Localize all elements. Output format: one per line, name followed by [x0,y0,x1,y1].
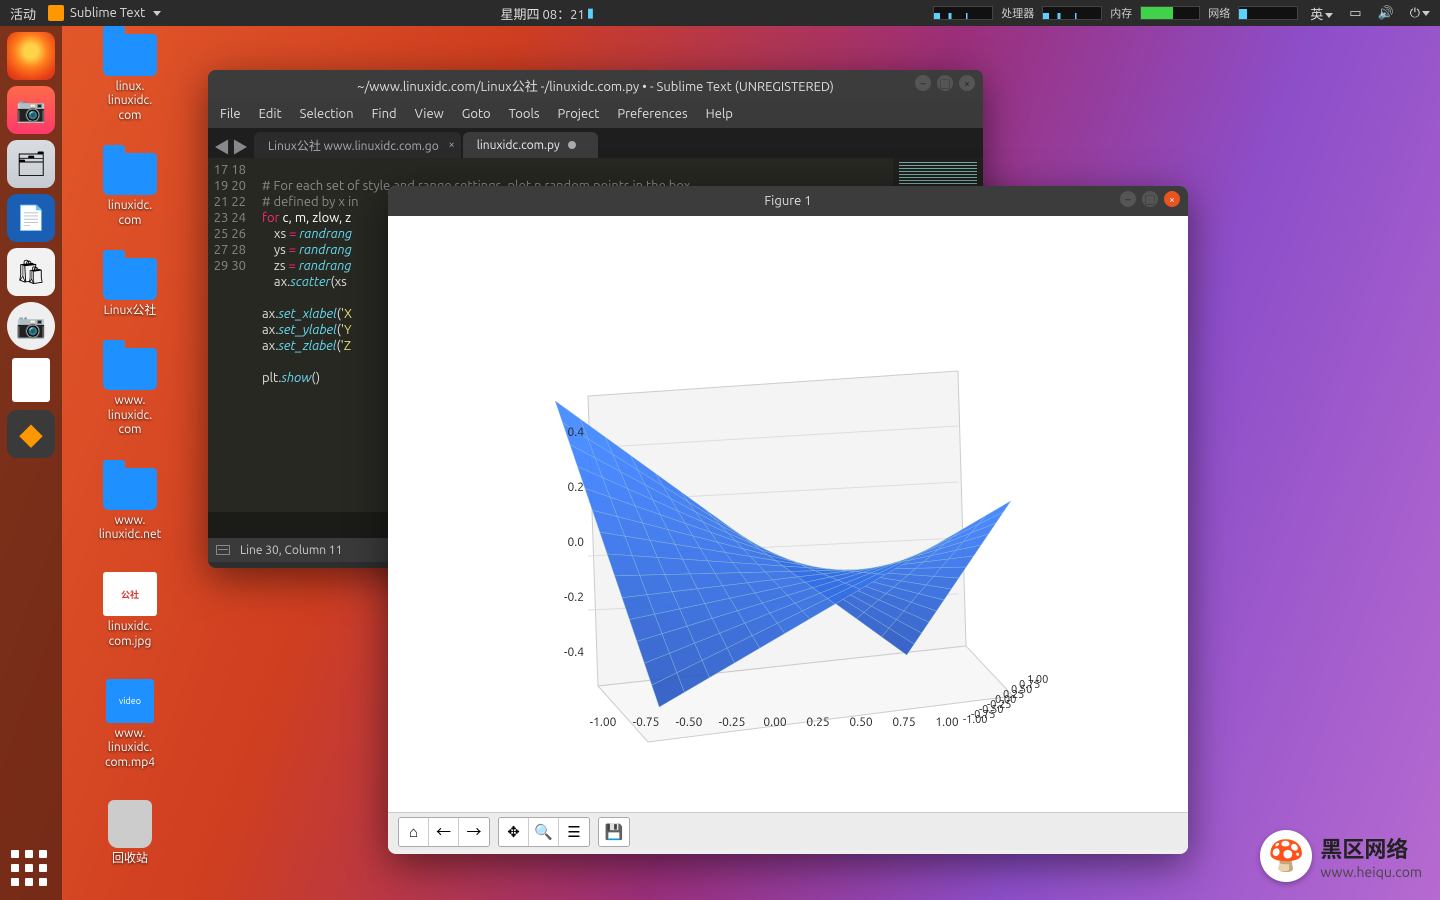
dock-writer[interactable]: 📄 [7,194,55,242]
menu-selection[interactable]: Selection [300,107,354,121]
tab-prev[interactable]: ◀ [214,134,230,158]
menu-project[interactable]: Project [558,107,600,121]
z-tick: 0.0 [548,536,584,549]
sublime-icon [48,5,64,21]
sublime-title: ~/www.linuxidc.com/Linux公社 -/linuxidc.co… [357,76,834,95]
dock-files[interactable]: 🗂 [7,140,55,188]
sublime-titlebar[interactable]: ~/www.linuxidc.com/Linux公社 -/linuxidc.co… [208,70,983,100]
desktop-icon[interactable]: www.linuxidc.com [83,348,178,437]
x-tick: 0.50 [849,716,872,729]
save-button[interactable]: 💾 [599,818,629,846]
x-tick: -0.75 [633,716,660,729]
watermark-url: www.heiqu.com [1320,864,1422,880]
line-gutter: 17 18 19 20 21 22 23 24 25 26 27 28 29 3… [208,158,254,512]
menu-tools[interactable]: Tools [509,107,540,121]
watermark: 🍄 黑区网络 www.heiqu.com [1260,830,1422,882]
figure-toolbar: ⌂ ← → ✥ 🔍 ☰ 💾 [388,812,1188,850]
x-tick: 0.25 [806,716,829,729]
app-grid-button[interactable] [11,850,51,890]
sublime-menubar: File Edit Selection Find View Goto Tools Projec… [208,100,983,128]
tab[interactable]: linuxidc.com.py [463,132,598,158]
close-button[interactable]: × [959,75,975,91]
x-tick: 0.75 [892,716,915,729]
figure-canvas[interactable]: -0.4 -0.2 0.0 0.2 0.4 -1.00 -0.75 -0.50 -0.25 0.0… [388,216,1188,812]
menu-find[interactable]: Find [372,107,397,121]
z-tick: -0.2 [548,591,584,604]
matplotlib-window: Figure 1 – ▢ × -0.4-0.20.00.20.4-1.00-0.… [388,186,1188,854]
dock-software[interactable]: 🛍 [7,248,55,296]
activities-button[interactable]: 活动 [6,4,40,23]
figure-title: Figure 1 [764,194,811,208]
configure-button[interactable]: ☰ [559,818,589,846]
menu-help[interactable]: Help [706,107,733,121]
figure-maximize-button[interactable]: ▢ [1142,191,1158,207]
desktop-icon[interactable]: www.linuxidc.net [83,468,178,543]
net-graph[interactable] [1238,6,1298,20]
desktop-icon[interactable]: linuxidc.com [83,153,178,228]
x-tick: 0.00 [763,716,786,729]
desktop-icon[interactable]: 公社linuxidc.com.jpg [83,572,178,649]
surface-plot [388,216,1188,812]
net-label: 网络 [1208,5,1230,21]
network-icon[interactable]: ▭ [1345,6,1365,21]
dock-document[interactable] [7,356,55,404]
desktop-icon[interactable]: linux.linuxidc.com [83,34,178,123]
dirty-indicator [568,141,576,149]
z-tick: -0.4 [548,646,584,659]
z-tick: 0.2 [548,481,584,494]
menu-view[interactable]: View [415,107,444,121]
home-button[interactable]: ⌂ [399,818,429,846]
watermark-title: 黑区网络 [1320,832,1422,864]
x-tick: 1.00 [935,716,958,729]
power-icon[interactable]: ⏻ [1406,6,1434,21]
sublime-indicator[interactable]: Sublime Text [48,5,161,21]
dock: 📷 🗂 📄 🛍 📷 ◆ [0,26,62,900]
volume-icon[interactable]: 🔊 [1374,6,1398,21]
cursor-position: Line 30, Column 11 [240,544,342,557]
ime-indicator[interactable]: 英 [1306,4,1337,23]
dock-screenshot[interactable]: 📷 [7,86,55,134]
x-tick: -1.00 [590,716,617,729]
menu-preferences[interactable]: Preferences [617,107,687,121]
tab-close-icon[interactable]: × [449,139,455,151]
top-panel: 活动 Sublime Text 星期四 08：21 ▮ 处理器 内存 网络 英 … [0,0,1440,26]
cpu-label: 处理器 [1001,5,1034,21]
figure-minimize-button[interactable]: – [1120,191,1136,207]
figure-close-button[interactable]: × [1164,191,1180,207]
clock[interactable]: 星期四 08：21 [501,4,585,23]
menu-file[interactable]: File [220,107,241,121]
cpu-graph-icon[interactable] [933,6,993,20]
desktop-icon[interactable]: 回收站 [83,800,178,866]
zoom-button[interactable]: 🔍 [529,818,559,846]
desktop: linux.linuxidc.com linuxidc.com Linux公社 www… [70,34,190,897]
dock-sublime[interactable]: ◆ [7,410,55,458]
tab-bar: ◀▶ Linux公社 www.linuxidc.com.go×linuxidc.… [208,128,983,158]
notification-icon[interactable]: ▮ [587,6,594,21]
pan-button[interactable]: ✥ [499,818,529,846]
y-tick: 1.00 [1027,674,1048,686]
tab-next[interactable]: ▶ [232,134,248,158]
tab[interactable]: Linux公社 www.linuxidc.com.go× [254,132,461,158]
cpu-graph2[interactable] [1042,6,1102,20]
z-tick: 0.4 [548,426,584,439]
forward-button[interactable]: → [459,818,489,846]
x-tick: -0.25 [719,716,746,729]
chevron-down-icon [153,11,161,16]
desktop-icon[interactable]: videowww.linuxidc.com.mp4 [83,679,178,770]
mushroom-icon: 🍄 [1260,830,1312,882]
panel-switcher-icon[interactable] [216,545,230,555]
menu-edit[interactable]: Edit [259,107,282,121]
menu-goto[interactable]: Goto [462,107,491,121]
dock-camera[interactable]: 📷 [7,302,55,350]
figure-titlebar[interactable]: Figure 1 – ▢ × [388,186,1188,216]
mem-graph[interactable] [1140,6,1200,20]
x-tick: -0.50 [676,716,703,729]
mem-label: 内存 [1110,5,1132,21]
back-button[interactable]: ← [429,818,459,846]
active-app-name: Sublime Text [70,6,145,20]
dock-firefox[interactable] [7,32,55,80]
maximize-button[interactable]: ▢ [937,75,953,91]
desktop-icon[interactable]: Linux公社 [83,258,178,318]
minimize-button[interactable]: – [915,75,931,91]
